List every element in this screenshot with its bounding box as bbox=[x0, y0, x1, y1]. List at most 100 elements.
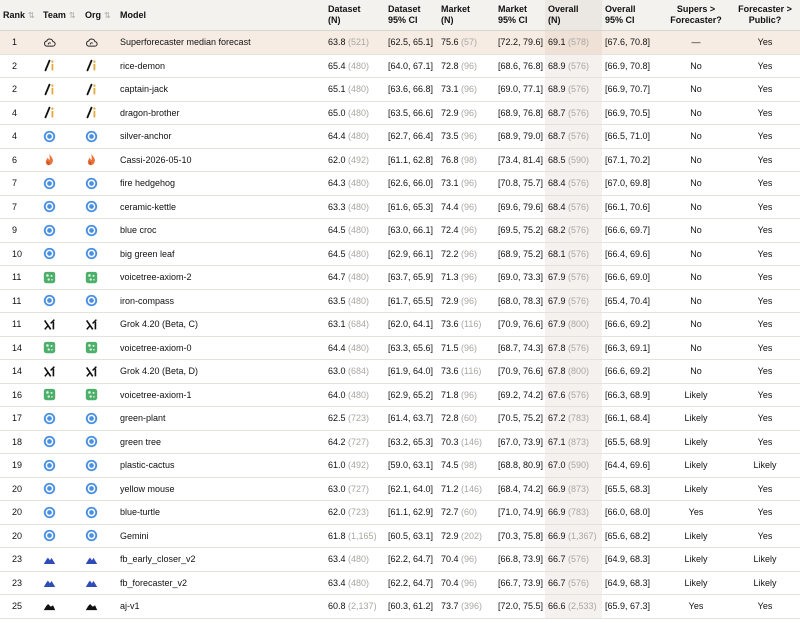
table-row[interactable]: 18 green tree 64.2 (727) [63.2, 65.3] 70… bbox=[0, 430, 800, 454]
market-score: 71.3 bbox=[441, 272, 459, 283]
table-row[interactable]: 20 yellow mouse 63.0 (727) [62.1, 64.0] … bbox=[0, 477, 800, 501]
overall-cell: 68.7 (576) bbox=[545, 101, 602, 125]
dataset-ci-cell: [62.9, 66.1] bbox=[385, 242, 438, 266]
header-overall-ci[interactable]: Overall 95% CI bbox=[602, 0, 662, 31]
model-name[interactable]: big green leaf bbox=[117, 242, 325, 266]
header-market-ci[interactable]: Market 95% CI bbox=[495, 0, 545, 31]
model-name[interactable]: plastic-cactus bbox=[117, 453, 325, 478]
header-org[interactable]: Org ⇅ bbox=[82, 0, 117, 31]
table-row[interactable]: 17 green-plant 62.5 (723) [61.4, 63.7] 7… bbox=[0, 406, 800, 431]
table-row[interactable]: 11 Grok 4.20 (Beta, C) 63.1 (684) [62.0,… bbox=[0, 312, 800, 337]
market-ci-cell: [73.4, 81.4] bbox=[495, 148, 545, 172]
table-row[interactable]: 25 aj-v1 60.8 (2,137) [60.3, 61.2] 73.7 … bbox=[0, 594, 800, 619]
dataset-score: 65.0 bbox=[328, 107, 346, 118]
leaderboard-table: Rank ⇅ Team ⇅ Org ⇅ Model Dataset (N) Datase… bbox=[0, 0, 800, 619]
model-name[interactable]: voicetree-axiom-1 bbox=[117, 383, 325, 407]
dataset-score: 63.4 bbox=[328, 554, 346, 565]
overall-score: 67.9 bbox=[548, 319, 566, 330]
overall-n: (576) bbox=[568, 389, 590, 400]
market-cell: 70.4 (96) bbox=[438, 547, 495, 572]
table-row[interactable]: 19 plastic-cactus 61.0 (492) [59.0, 63.1… bbox=[0, 453, 800, 478]
market-cell: 71.2 (146) bbox=[438, 477, 495, 501]
model-name[interactable]: green tree bbox=[117, 430, 325, 454]
dataset-score: 64.7 bbox=[328, 272, 346, 283]
header-overall[interactable]: Overall (N) bbox=[545, 0, 602, 31]
table-row[interactable]: 10 big green leaf 64.5 (480) [62.9, 66.1… bbox=[0, 242, 800, 266]
overall-cell: 68.5 (590) bbox=[545, 148, 602, 172]
model-name[interactable]: Gemini bbox=[117, 524, 325, 548]
dataset-ci-cell: [59.0, 63.1] bbox=[385, 453, 438, 478]
model-name[interactable]: Superforecaster median forecast bbox=[117, 30, 325, 55]
org-cell bbox=[82, 547, 117, 572]
model-name[interactable]: blue croc bbox=[117, 218, 325, 243]
rank-cell: 17 bbox=[0, 406, 40, 431]
supers-cell: Yes bbox=[662, 500, 730, 525]
model-name[interactable]: fire hedgehog bbox=[117, 171, 325, 196]
table-row[interactable]: 1 Superforecaster median forecast 63.8 (… bbox=[0, 30, 800, 55]
header-supers[interactable]: Supers > Forecaster? bbox=[662, 0, 730, 31]
model-name[interactable]: dragon-brother bbox=[117, 101, 325, 125]
model-name[interactable]: yellow mouse bbox=[117, 477, 325, 501]
table-row[interactable]: 7 fire hedgehog 64.3 (480) [62.6, 66.0] … bbox=[0, 171, 800, 196]
overall-n: (576) bbox=[568, 131, 590, 142]
table-row[interactable]: 4 dragon-brother 65.0 (480) [63.5, 66.6]… bbox=[0, 101, 800, 125]
team-cell bbox=[40, 54, 82, 78]
model-name[interactable]: fb_forecaster_v2 bbox=[117, 571, 325, 595]
table-row[interactable]: 23 fb_early_closer_v2 63.4 (480) [62.2, … bbox=[0, 547, 800, 572]
table-row[interactable]: 20 Gemini 61.8 (1,165) [60.5, 63.1] 72.9… bbox=[0, 524, 800, 548]
table-row[interactable]: 7 ceramic-kettle 63.3 (480) [61.6, 65.3]… bbox=[0, 195, 800, 219]
model-name[interactable]: Cassi-2026-05-10 bbox=[117, 148, 325, 172]
table-row[interactable]: 14 voicetree-axiom-0 64.4 (480) [63.3, 6… bbox=[0, 336, 800, 360]
sort-icon[interactable]: ⇅ bbox=[28, 11, 35, 20]
table-row[interactable]: 2 rice-demon 65.4 (480) [64.0, 67.1] 72.… bbox=[0, 54, 800, 78]
table-row[interactable]: 11 iron-compass 63.5 (480) [61.7, 65.5] … bbox=[0, 289, 800, 313]
header-public[interactable]: Forecaster > Public? bbox=[730, 0, 800, 31]
model-name[interactable]: green-plant bbox=[117, 406, 325, 431]
header-rank[interactable]: Rank ⇅ bbox=[0, 0, 40, 31]
dataset-n: (480) bbox=[348, 131, 370, 142]
table-row[interactable]: 23 fb_forecaster_v2 63.4 (480) [62.2, 64… bbox=[0, 571, 800, 595]
market-n: (96) bbox=[461, 178, 478, 189]
header-dataset[interactable]: Dataset (N) bbox=[325, 0, 385, 31]
header-model[interactable]: Model bbox=[117, 0, 325, 31]
rank-cell: 11 bbox=[0, 312, 40, 337]
org-cell bbox=[82, 406, 117, 431]
model-name[interactable]: Grok 4.20 (Beta, D) bbox=[117, 359, 325, 384]
sort-icon[interactable]: ⇅ bbox=[104, 11, 111, 20]
market-score: 70.4 bbox=[441, 577, 459, 588]
header-market[interactable]: Market (N) bbox=[438, 0, 495, 31]
sort-icon[interactable]: ⇅ bbox=[69, 11, 76, 20]
supers-cell: No bbox=[662, 54, 730, 78]
blue-ring-icon bbox=[85, 412, 98, 425]
model-name[interactable]: ceramic-kettle bbox=[117, 195, 325, 219]
model-name[interactable]: aj-v1 bbox=[117, 594, 325, 619]
org-cell bbox=[82, 453, 117, 478]
table-row[interactable]: 9 blue croc 64.5 (480) [63.0, 66.1] 72.4… bbox=[0, 218, 800, 243]
model-name[interactable]: voicetree-axiom-0 bbox=[117, 336, 325, 360]
overall-ci-cell: [65.5, 68.3] bbox=[602, 477, 662, 501]
model-name[interactable]: blue-turtle bbox=[117, 500, 325, 525]
overall-ci-cell: [64.9, 68.3] bbox=[602, 571, 662, 595]
model-name[interactable]: Grok 4.20 (Beta, C) bbox=[117, 312, 325, 337]
model-name[interactable]: rice-demon bbox=[117, 54, 325, 78]
market-n: (96) bbox=[461, 60, 478, 71]
table-row[interactable]: 11 voicetree-axiom-2 64.7 (480) [63.7, 6… bbox=[0, 265, 800, 290]
dataset-cell: 65.1 (480) bbox=[325, 77, 385, 102]
header-team[interactable]: Team ⇅ bbox=[40, 0, 82, 31]
table-row[interactable]: 20 blue-turtle 62.0 (723) [61.1, 62.9] 7… bbox=[0, 500, 800, 525]
model-name[interactable]: silver-anchor bbox=[117, 124, 325, 149]
mountain-blue-icon bbox=[85, 553, 98, 566]
table-row[interactable]: 6 Cassi-2026-05-10 62.0 (492) [61.1, 62.… bbox=[0, 148, 800, 172]
header-dataset-ci[interactable]: Dataset 95% CI bbox=[385, 0, 438, 31]
dataset-n: (480) bbox=[348, 554, 370, 565]
model-name[interactable]: captain-jack bbox=[117, 77, 325, 102]
model-name[interactable]: iron-compass bbox=[117, 289, 325, 313]
table-row[interactable]: 4 silver-anchor 64.4 (480) [62.7, 66.4] … bbox=[0, 124, 800, 149]
model-name[interactable]: fb_early_closer_v2 bbox=[117, 547, 325, 572]
supers-cell: No bbox=[662, 359, 730, 384]
model-name[interactable]: voicetree-axiom-2 bbox=[117, 265, 325, 290]
table-row[interactable]: 2 captain-jack 65.1 (480) [63.6, 66.8] 7… bbox=[0, 77, 800, 102]
dataset-score: 65.1 bbox=[328, 84, 346, 95]
table-row[interactable]: 16 voicetree-axiom-1 64.0 (480) [62.9, 6… bbox=[0, 383, 800, 407]
table-row[interactable]: 14 Grok 4.20 (Beta, D) 63.0 (684) [61.9,… bbox=[0, 359, 800, 384]
